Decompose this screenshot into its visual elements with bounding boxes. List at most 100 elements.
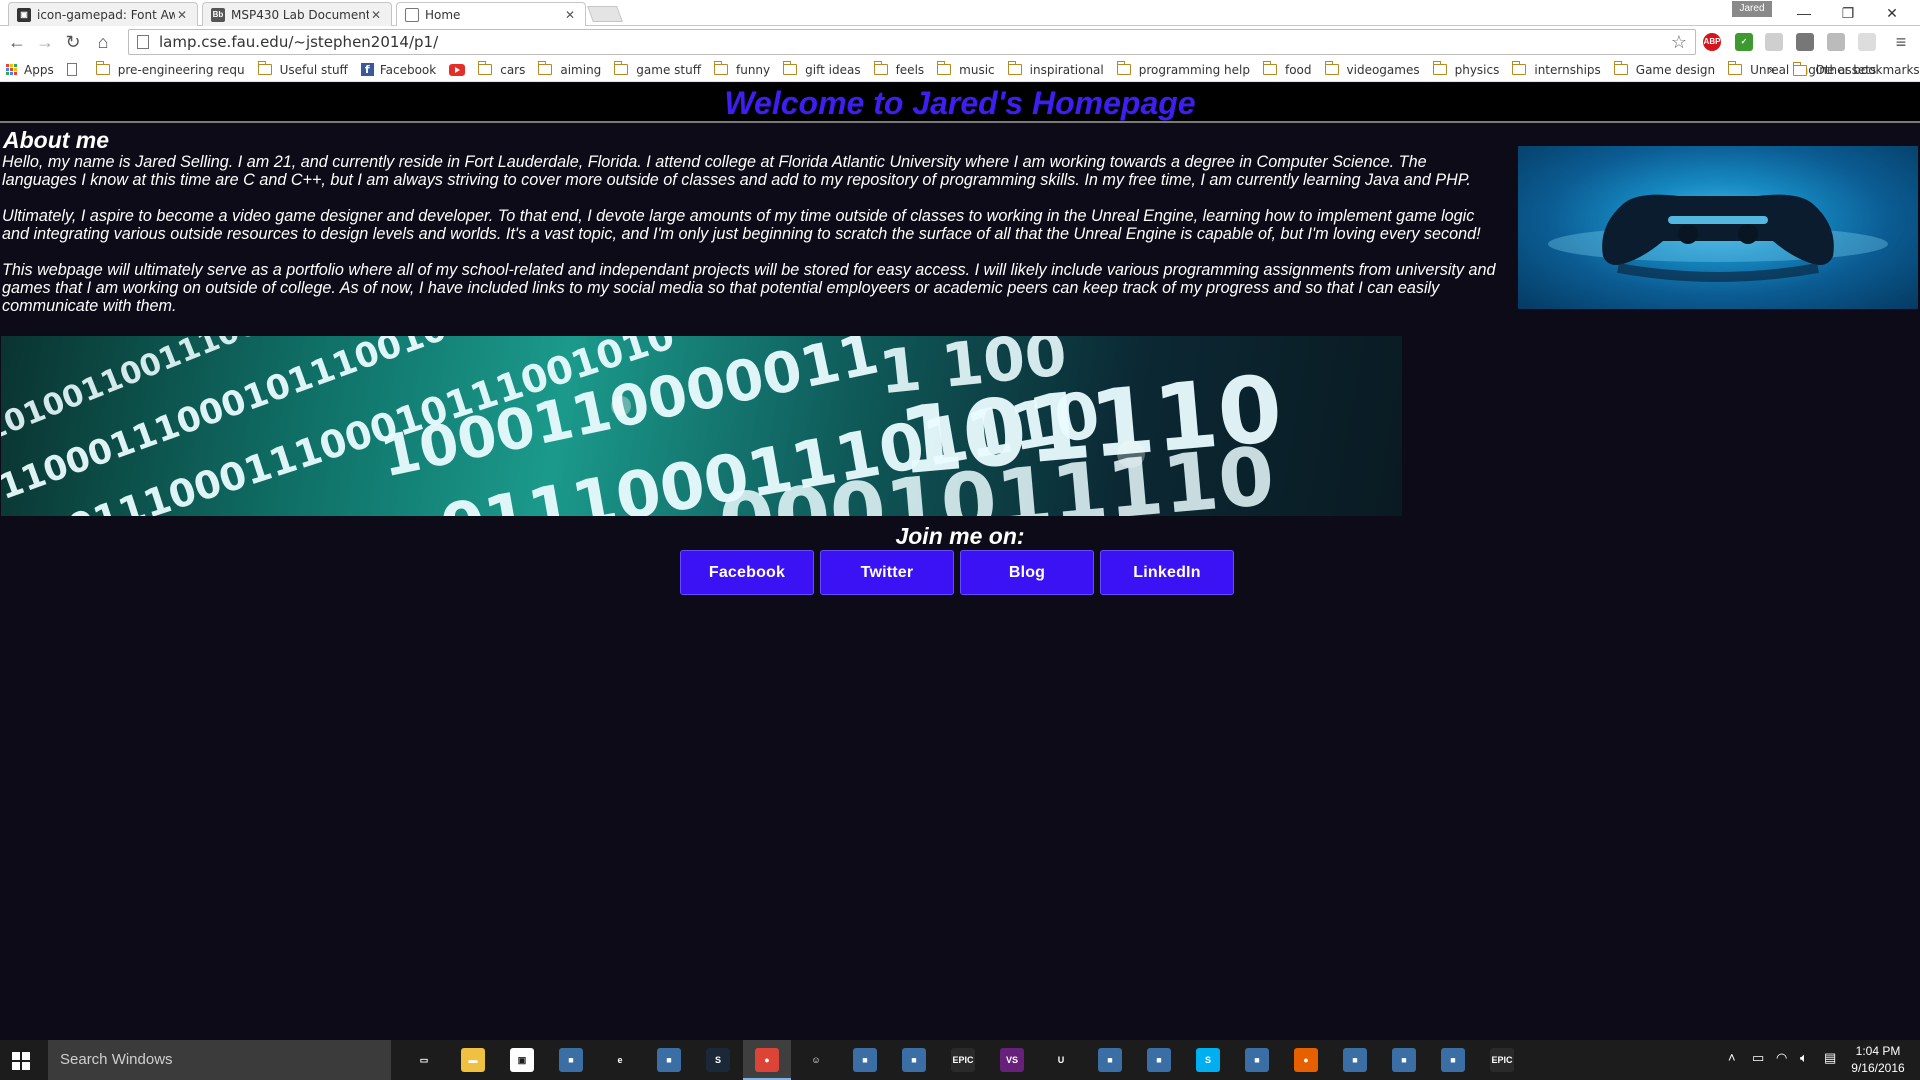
store-icon[interactable]: ▣ xyxy=(510,1048,534,1072)
app-icon[interactable]: ■ xyxy=(1098,1048,1122,1072)
app-icon[interactable]: ■ xyxy=(1441,1048,1465,1072)
bookmark-item[interactable]: game stuff xyxy=(614,61,701,77)
close-window-button[interactable]: ✕ xyxy=(1872,2,1912,24)
back-icon[interactable]: ← xyxy=(6,31,28,53)
bookmark-item[interactable]: aiming xyxy=(538,61,601,77)
clock-time: 1:04 PM xyxy=(1855,1044,1901,1058)
blog-button[interactable]: Blog xyxy=(960,550,1094,595)
bookmark-item[interactable] xyxy=(66,63,83,76)
bookmark-item[interactable]: f Facebook xyxy=(360,63,436,77)
close-icon[interactable]: ✕ xyxy=(563,8,577,22)
unreal-engine-icon[interactable]: U xyxy=(1049,1048,1073,1072)
bookmark-star-icon[interactable]: ☆ xyxy=(1671,32,1687,53)
folder-icon xyxy=(538,61,553,75)
bookmark-item[interactable]: cars xyxy=(478,61,525,77)
twitter-button[interactable]: Twitter xyxy=(820,550,954,595)
extension-icon[interactable] xyxy=(1765,33,1783,51)
bookmark-label: Game design xyxy=(1635,62,1716,77)
epic-games-icon[interactable]: EPIC xyxy=(1490,1048,1514,1072)
restore-button[interactable]: ❐ xyxy=(1828,2,1868,24)
bookmark-label: internships xyxy=(1534,62,1601,77)
reload-icon[interactable]: ↻ xyxy=(62,31,84,53)
bookmarks-overflow-button[interactable]: » xyxy=(1768,63,1775,77)
bookmark-item[interactable]: pre-engineering requ xyxy=(95,61,245,77)
tab-font-awesome[interactable]: ▣ icon-gamepad: Font Awe ✕ xyxy=(8,2,198,26)
bookmark-item[interactable]: funny xyxy=(713,61,770,77)
action-center-icon[interactable]: ▤ xyxy=(1824,1050,1836,1066)
folder-icon xyxy=(713,61,728,75)
apps-icon xyxy=(6,63,18,76)
search-box[interactable]: Search Windows xyxy=(48,1040,391,1080)
extension-icon[interactable] xyxy=(1858,33,1876,51)
visual-studio-icon[interactable]: VS xyxy=(1000,1048,1024,1072)
close-icon[interactable]: ✕ xyxy=(175,8,189,22)
chrome-icon[interactable]: ● xyxy=(755,1048,779,1072)
page-header: Welcome to Jared's Homepage xyxy=(0,83,1920,123)
bookmark-item[interactable]: food xyxy=(1262,61,1312,77)
app-icon[interactable]: ■ xyxy=(1343,1048,1367,1072)
minimize-button[interactable]: — xyxy=(1784,2,1824,24)
volume-icon[interactable]: 🔈︎ xyxy=(1800,1050,1808,1066)
task-view-icon[interactable]: ▭ xyxy=(412,1048,436,1072)
tab-home[interactable]: Home ✕ xyxy=(396,2,586,26)
skype-icon[interactable]: S xyxy=(1196,1048,1220,1072)
start-button[interactable] xyxy=(12,1052,30,1070)
edge-icon[interactable]: e xyxy=(608,1048,632,1072)
folder-icon xyxy=(1793,61,1808,76)
file-explorer-icon[interactable]: ▬ xyxy=(461,1048,485,1072)
folder-icon xyxy=(1512,61,1527,75)
firefox-icon[interactable]: ● xyxy=(1294,1048,1318,1072)
tab-msp430[interactable]: Bb MSP430 Lab Documents - ✕ xyxy=(202,2,392,26)
profile-button[interactable]: Jared xyxy=(1732,1,1772,17)
app-icon[interactable]: ■ xyxy=(1147,1048,1171,1072)
web-page: Welcome to Jared's Homepage About me Hel… xyxy=(0,83,1920,1040)
other-bookmarks[interactable]: Other bookmarks xyxy=(1793,61,1920,77)
app-icon[interactable]: ■ xyxy=(1245,1048,1269,1072)
bookmark-item[interactable]: internships xyxy=(1512,61,1601,77)
bookmark-item[interactable] xyxy=(449,63,466,76)
about-heading: About me xyxy=(3,127,110,153)
bookmark-item[interactable]: physics xyxy=(1432,61,1499,77)
app-icon[interactable]: ■ xyxy=(1392,1048,1416,1072)
facebook-button[interactable]: Facebook xyxy=(680,550,814,595)
app-icon[interactable]: ■ xyxy=(559,1048,583,1072)
clock[interactable]: 1:04 PM 9/16/2016 xyxy=(1848,1043,1908,1077)
folder-icon xyxy=(614,61,629,75)
extension-icon[interactable]: ✓ xyxy=(1735,33,1753,51)
bookmark-item[interactable]: feels xyxy=(873,61,924,77)
bookmark-item[interactable]: videogames xyxy=(1324,61,1420,77)
address-bar[interactable]: lamp.cse.fau.edu/~jstephen2014/p1/ ☆ xyxy=(128,29,1696,55)
join-heading: Join me on: xyxy=(895,523,1025,549)
app-icon[interactable]: ■ xyxy=(853,1048,877,1072)
close-icon[interactable]: ✕ xyxy=(369,8,383,22)
extension-icon[interactable] xyxy=(1796,33,1814,51)
bookmark-item[interactable]: gift ideas xyxy=(783,61,861,77)
bookmark-item[interactable]: music xyxy=(937,61,995,77)
steam-icon[interactable]: S xyxy=(706,1048,730,1072)
wifi-icon[interactable]: ◠ xyxy=(1776,1050,1787,1066)
app-icon[interactable]: ■ xyxy=(902,1048,926,1072)
battery-icon[interactable]: ▭ xyxy=(1752,1050,1764,1066)
menu-icon[interactable]: ≡ xyxy=(1890,31,1912,53)
bookmark-item[interactable]: Apps xyxy=(6,63,54,77)
app-icon[interactable]: ■ xyxy=(657,1048,681,1072)
home-icon[interactable]: ⌂ xyxy=(92,31,114,53)
extension-icon[interactable] xyxy=(1827,33,1845,51)
social-links: Facebook Twitter Blog LinkedIn xyxy=(680,550,1234,595)
new-tab-button[interactable] xyxy=(587,6,623,22)
bookmark-item[interactable]: programming help xyxy=(1116,61,1250,77)
bookmark-item[interactable]: Game design xyxy=(1613,61,1716,77)
page-icon xyxy=(405,7,419,22)
chevron-up-icon[interactable]: ˄ xyxy=(1728,1050,1736,1065)
youtube-icon xyxy=(449,63,466,76)
folder-icon xyxy=(478,61,493,75)
forward-icon[interactable]: → xyxy=(34,31,56,53)
adblock-icon[interactable]: ABP xyxy=(1703,33,1721,51)
bookmark-item[interactable]: inspirational xyxy=(1007,61,1104,77)
clock-date: 9/16/2016 xyxy=(1851,1061,1905,1075)
bookmark-item[interactable]: Useful stuff xyxy=(257,61,348,77)
discord-icon[interactable]: ☺ xyxy=(804,1048,828,1072)
bookmark-label: gift ideas xyxy=(805,62,861,77)
linkedin-button[interactable]: LinkedIn xyxy=(1100,550,1234,595)
epic-games-icon[interactable]: EPIC xyxy=(951,1048,975,1072)
